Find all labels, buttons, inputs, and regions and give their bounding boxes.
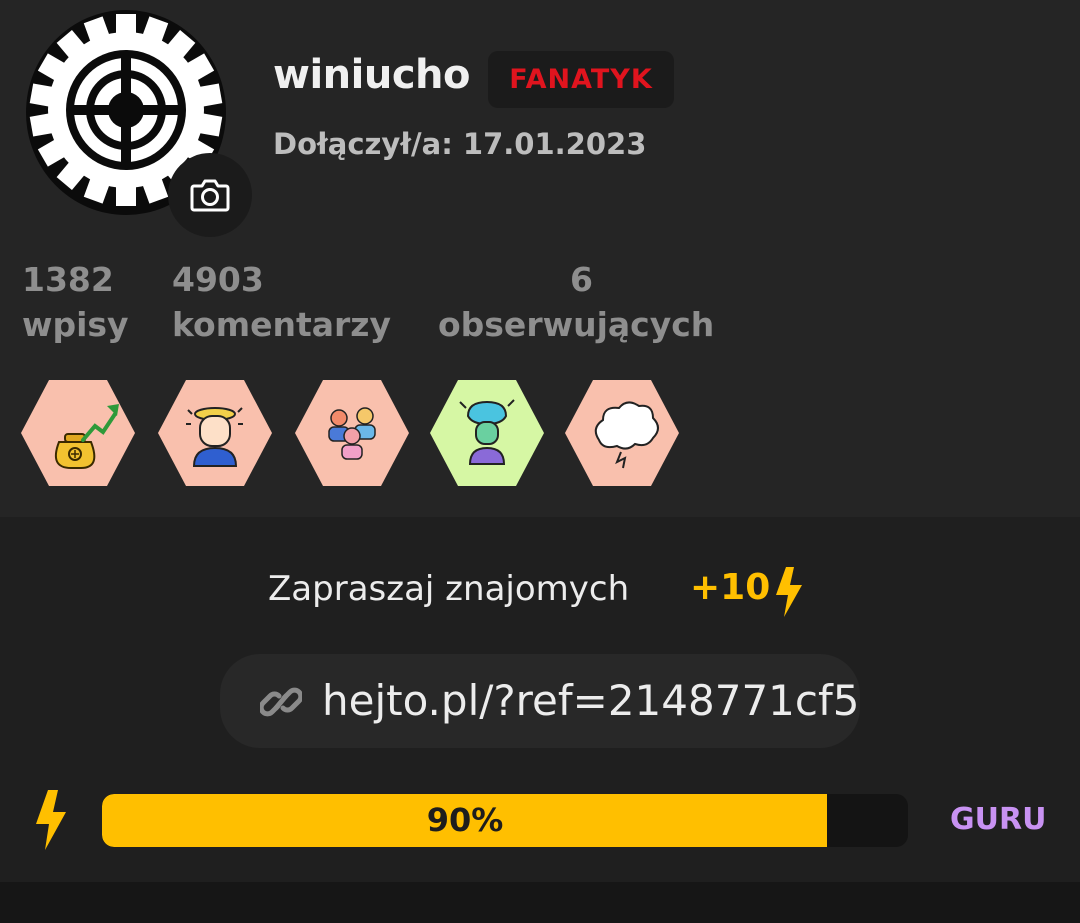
- username: winiucho: [273, 52, 471, 98]
- thinking-head-badge-icon: [430, 380, 544, 486]
- explosion-cloud-badge-icon: [565, 380, 679, 486]
- rank-badge: FANATYK: [488, 51, 674, 108]
- invite-title: Zapraszaj znajomych: [268, 569, 630, 609]
- next-level-name: GURU: [950, 802, 1047, 837]
- followers-label[interactable]: obserwujących: [438, 305, 714, 344]
- badge-mind-blown[interactable]: [158, 380, 272, 486]
- camera-icon: [190, 179, 230, 212]
- comments-count: 4903: [172, 260, 264, 299]
- change-avatar-button[interactable]: [168, 153, 252, 237]
- level-progress-label: 90%: [426, 801, 504, 839]
- profile-header: winiucho FANATYK Dołączył/a: 17.01.2023 …: [0, 0, 1080, 517]
- level-progress-bar: 90%: [102, 794, 908, 847]
- comments-label[interactable]: komentarzy: [172, 305, 391, 344]
- lightning-icon: [776, 567, 802, 617]
- group-people-badge-icon: [295, 380, 409, 486]
- mind-blown-badge-icon: [158, 380, 272, 486]
- bottom-bar: [0, 882, 1080, 923]
- money-growth-badge-icon: [21, 380, 135, 486]
- posts-label[interactable]: wpisy: [22, 305, 129, 344]
- posts-count: 1382: [22, 260, 114, 299]
- invite-section: Zapraszaj znajomych +10 hejto.pl/?ref=21…: [0, 517, 1080, 882]
- followers-count: 6: [570, 260, 593, 299]
- link-icon: [260, 687, 302, 717]
- lightning-progress-icon: [36, 790, 66, 850]
- badge-money-growth[interactable]: [21, 380, 135, 486]
- badge-thinking[interactable]: [430, 380, 544, 486]
- joined-date: Dołączył/a: 17.01.2023: [273, 127, 647, 161]
- badge-group[interactable]: [295, 380, 409, 486]
- invite-bonus: +10: [690, 567, 771, 608]
- referral-link-text: hejto.pl/?ref=2148771cf5: [322, 676, 860, 725]
- badge-explosion[interactable]: [565, 380, 679, 486]
- referral-link-button[interactable]: hejto.pl/?ref=2148771cf5: [220, 654, 860, 748]
